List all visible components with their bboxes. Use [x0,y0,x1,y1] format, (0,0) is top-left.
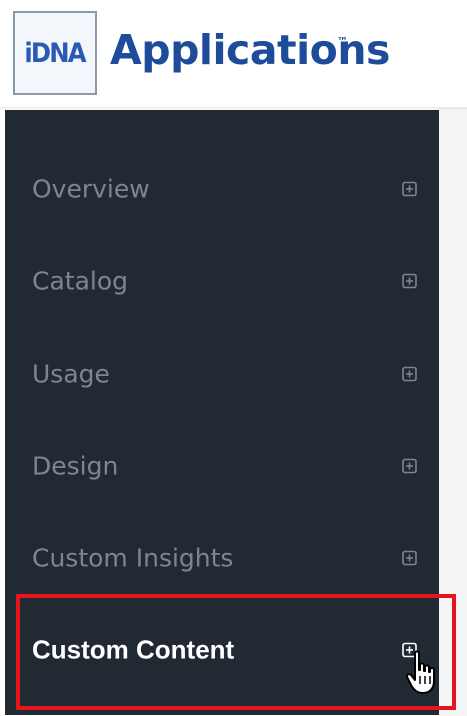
sidebar-item-catalog[interactable]: Catalog [5,235,439,327]
sidebar-item-label: Catalog [32,266,129,296]
expand-plus-icon[interactable] [402,181,417,197]
sidebar-item-label: Usage [32,359,110,389]
sidebar-item-label: Custom Content [32,634,235,665]
sidebar-item-label: Overview [32,174,150,204]
app-title: Applications [110,26,390,74]
app-header: iDNA Applications ™ [0,0,467,108]
logo-text: iDNA [24,37,87,69]
sidebar-item-label: Design [32,451,119,481]
sidebar-item-design[interactable]: Design [5,420,439,512]
expand-plus-icon[interactable] [402,273,417,289]
main-content-edge [439,108,467,716]
sidebar-item-usage[interactable]: Usage [5,328,439,420]
hand-pointer-icon [405,650,435,694]
trademark-mark: ™ [337,35,348,48]
sidebar-item-custom-insights[interactable]: Custom Insights [5,512,439,604]
sidebar-item-overview[interactable]: Overview [5,143,439,235]
sidebar-item-custom-content[interactable]: Custom Content [5,604,439,696]
expand-plus-icon[interactable] [402,366,417,382]
idna-logo[interactable]: iDNA [13,11,97,95]
expand-plus-icon[interactable] [402,550,417,566]
expand-plus-icon[interactable] [402,458,417,474]
sidebar-item-label: Custom Insights [32,543,234,573]
